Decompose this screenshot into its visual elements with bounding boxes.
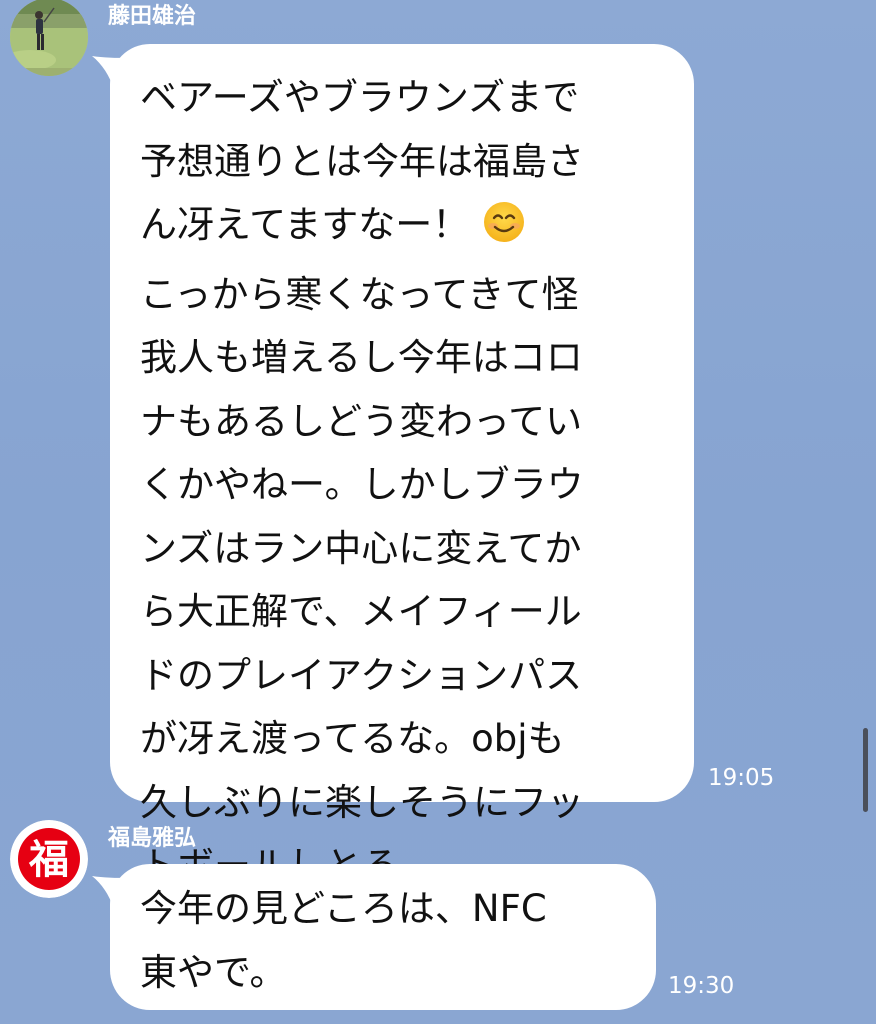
message-line: ンズはラン中心に変えてか — [140, 526, 582, 570]
message-line: ナもあるしどう変わってい — [140, 399, 583, 443]
message-line: こっから寒くなってきて怪 — [140, 272, 579, 316]
smiling-face-emoji-icon — [483, 199, 525, 263]
avatar-fujita[interactable] — [10, 0, 88, 76]
message-line: 東やで。 — [140, 950, 287, 994]
fuku-kanji-avatar-icon: 福 — [10, 820, 88, 898]
message-timestamp: 19:05 — [708, 765, 775, 791]
message-line: 久しぶりに楽しそうにフッ — [140, 780, 584, 824]
scrollbar[interactable] — [863, 728, 868, 812]
message-timestamp: 19:30 — [668, 973, 735, 999]
message-line: 我人も増えるし今年はコロ — [140, 336, 583, 379]
message-line: が冴え渡ってるな。objも — [140, 717, 565, 760]
bubble-tail — [92, 56, 132, 90]
message-line: 予想通りとは今年は福島さ — [140, 139, 584, 183]
sender-name: 福島雅弘 — [108, 826, 197, 851]
message-line-text: ん冴えてますなー！ — [140, 203, 470, 246]
message-line: ベアーズやブラウンズまで — [140, 76, 580, 119]
message-line: ドのプレイアクションパス — [140, 653, 583, 697]
avatar-fukushima[interactable]: 福 — [10, 820, 88, 898]
message-line: ん冴えてますなー！ — [140, 193, 674, 263]
bubble-tail — [92, 876, 132, 910]
sender-name: 藤田雄治 — [108, 4, 197, 29]
message-line: ら大正解で、メイフィール — [140, 590, 582, 633]
message-line: くかやねー。しかしブラウ — [140, 463, 584, 506]
avatar-kanji: 福 — [28, 836, 69, 883]
message-bubble[interactable]: ベアーズやブラウンズまで 予想通りとは今年は福島さ ん冴えてますなー！ こっから… — [92, 44, 694, 887]
message-line: 今年の見どころは、NFC — [140, 887, 547, 930]
golfer-photo-avatar-icon — [10, 0, 88, 76]
message-bubble[interactable]: 今年の見どころは、NFC 東やで。 — [92, 864, 656, 1010]
chat-area[interactable]: 藤田雄治 ベアーズやブラウンズまで 予想通りとは今年は福島さ ん冴えてますなー！ — [0, 0, 876, 1024]
